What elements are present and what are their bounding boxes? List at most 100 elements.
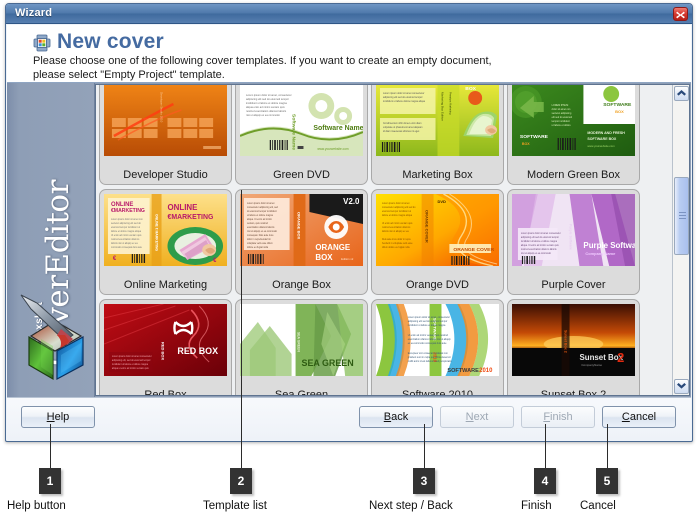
scrollbar-thumb[interactable] [674, 177, 689, 255]
svg-text:BOX: BOX [522, 142, 530, 146]
svg-text:ut labore et dolore: ut labore et dolore [552, 124, 572, 127]
orange-dvd-thumb: Lorem ipsum dolor sit amet consectetur a… [376, 194, 499, 266]
template-card-label: Orange DVD [406, 279, 469, 291]
template-card-label: Sunset Box 2 [540, 389, 607, 395]
template-card[interactable]: Lorem ipsum dolor sit amet consectetur a… [371, 85, 504, 185]
svg-text:eiusmod tempor incididunt ut: eiusmod tempor incididunt ut [382, 210, 411, 213]
template-card-label: Green DVD [273, 169, 330, 181]
svg-text:€MARKETING: €MARKETING [111, 208, 145, 214]
svg-text:DVD: DVD [438, 199, 446, 204]
orange-box-thumb: Lorem ipsum dolor sit amet consectetur a… [240, 194, 363, 266]
svg-text:veniam, quis nostrud: veniam, quis nostrud [247, 222, 269, 225]
callout-badge: 5 [596, 468, 618, 494]
template-card[interactable]: Sunset Box 2 Sunset Box 2 CompanyName Su… [507, 299, 640, 395]
svg-text:Lorem ipsum dolor sit amet: Lorem ipsum dolor sit amet [382, 202, 410, 205]
svg-text:Lorem ipsum dolor sit amet, co: Lorem ipsum dolor sit amet, consectetur [408, 316, 450, 319]
marketing-box-thumb: Lorem ipsum dolor sit amet consectetur a… [376, 85, 499, 156]
svg-text:ut labore et dolore magna: ut labore et dolore magna [247, 214, 274, 217]
svg-text:Software Name: Software Name [291, 114, 297, 150]
template-card-label: Marketing Box [402, 169, 473, 181]
template-card[interactable]: Lorem ipsum dolor sit amet consectetur a… [507, 189, 640, 295]
callout-label: Template list [203, 500, 267, 512]
callout-badge: 4 [534, 468, 556, 494]
template-card[interactable]: Lorem ipsum dolor sit amet consectetur a… [99, 299, 232, 395]
chevron-up-icon[interactable] [674, 86, 689, 101]
svg-text:nostrud exercitation ullamco l: nostrud exercitation ullamco laboris [521, 248, 557, 251]
wizard-header: New cover Please choose one of the follo… [7, 25, 691, 83]
template-card[interactable]: ONLINE €MARKETING Lorem ipsum dolor sit … [99, 189, 232, 295]
svg-text:SEA GREEN: SEA GREEN [302, 358, 354, 368]
cancel-button[interactable]: Cancel [602, 406, 676, 428]
svg-text:Lorem ipsum dolor sit amet, co: Lorem ipsum dolor sit amet, consectetur [246, 93, 292, 97]
callout-leader [241, 190, 242, 468]
svg-text:exercitation ullamco laboris n: exercitation ullamco laboris nisi ut ali… [408, 338, 452, 341]
svg-text:Lorem ipsum dolor sit amet con: Lorem ipsum dolor sit amet consectetur [383, 92, 425, 95]
template-card[interactable]: SOFTWARE 2010 Lorem ipsum dolor sit amet… [371, 299, 504, 395]
chevron-down-icon[interactable] [674, 379, 689, 394]
svg-text:Marketing Box Edition: Marketing Box Edition [440, 92, 444, 121]
svg-text:cillum dolore eu fugiat nulla: cillum dolore eu fugiat nulla [382, 246, 410, 249]
red-box-thumb: Lorem ipsum dolor sit amet consectetur a… [104, 304, 227, 376]
svg-text:www.yourwebsite.com: www.yourwebsite.com [587, 144, 615, 148]
template-card[interactable]: Lorem ipsum dolor sit amet consectetur a… [371, 189, 504, 295]
svg-text:Ut enim ad minim veniam quis n: Ut enim ad minim veniam quis nostrud [408, 334, 449, 337]
svg-text:adipiscing elit sed do eiusmod: adipiscing elit sed do eiusmod tempor [521, 236, 559, 239]
finish-button-label: inish [550, 411, 573, 423]
svg-text:laboris nisi ut aliquip ex ea: laboris nisi ut aliquip ex ea [382, 230, 409, 233]
svg-text:aliqua. Ut enim ad minim: aliqua. Ut enim ad minim [247, 218, 272, 221]
svg-text:consequat. Duis aute irure: consequat. Duis aute irure [247, 234, 274, 237]
svg-text:SOFTWARE: SOFTWARE [603, 102, 632, 108]
svg-text:voluptate velit esse cillum: voluptate velit esse cillum [247, 242, 273, 245]
back-button[interactable]: Back [359, 406, 433, 428]
callout-badge: 2 [230, 468, 252, 494]
svg-text:ONLINE: ONLINE [167, 203, 197, 212]
svg-text:ORANGE COVER: ORANGE COVER [453, 247, 494, 253]
callout-badge: 3 [413, 468, 435, 494]
svg-text:ORANGE BOX: ORANGE BOX [297, 212, 302, 240]
template-card-label: Online Marketing [123, 279, 208, 291]
svg-text:Ut enim ad minim veniam quis: Ut enim ad minim veniam quis [111, 234, 142, 237]
template-list[interactable]: Developer Studio 2010 Developer Studio L… [95, 84, 690, 396]
template-card[interactable]: SOFTWARE BOX LOREM IPSUM dolor sit amet … [507, 85, 640, 185]
svg-text:adipiscing elit sed do eiusmod: adipiscing elit sed do eiusmod tempor [383, 96, 423, 99]
modern-green-box-thumb: SOFTWARE BOX LOREM IPSUM dolor sit amet … [512, 85, 635, 156]
cancel-button-accel: C [621, 411, 630, 423]
svg-text:consectetur adipiscing elit, s: consectetur adipiscing elit, sed [247, 206, 279, 209]
callout-leader [50, 424, 51, 468]
svg-text:Lorem ipsum dolor sit amet con: Lorem ipsum dolor sit amet con [111, 218, 143, 221]
dialog-footer: Help Back Next Finish Cancel [7, 397, 691, 440]
svg-text:Premium Marketing: Premium Marketing [448, 92, 452, 115]
wizard-body: trueboxshot CoverEditor [7, 83, 691, 397]
svg-text:ORANGE COVER: ORANGE COVER [425, 210, 430, 243]
svg-text:dolore eu fugiat nulla: dolore eu fugiat nulla [247, 246, 269, 249]
app-icon [33, 34, 51, 52]
template-card[interactable]: Lorem ipsum dolor sit amet consectetur a… [235, 189, 368, 295]
svg-text:BOX: BOX [615, 109, 624, 114]
svg-text:id diam maecenas ultricies mi: id diam maecenas ultricies mi eget [383, 130, 420, 133]
svg-text:Lorem ipsum dolor sit amet con: Lorem ipsum dolor sit amet consectetur [521, 232, 561, 235]
close-icon[interactable] [673, 7, 688, 21]
purple-cover-thumb: Lorem ipsum dolor sit amet consectetur a… [512, 194, 635, 266]
svg-text:2: 2 [617, 350, 624, 365]
template-card[interactable]: Lorem ipsum dolor sit amet, consectetur … [235, 85, 368, 185]
template-card[interactable]: Developer Studio 2010 Developer Studio [99, 85, 232, 185]
template-card-label: Developer Studio [123, 169, 208, 181]
help-button-label: elp [54, 411, 70, 423]
vertical-scrollbar[interactable] [672, 85, 689, 395]
help-button[interactable]: Help [21, 406, 95, 428]
svg-text:Excepteur sint occaecat cupida: Excepteur sint occaecat cupidatat non [408, 352, 449, 355]
svg-text:Company Name: Company Name [585, 251, 616, 256]
svg-text:RED BOX: RED BOX [177, 346, 218, 356]
svg-text:€MARKETING: €MARKETING [167, 214, 213, 221]
sea-green-thumb: SEA GREEN SEA GREEN [240, 304, 363, 376]
template-card[interactable]: SEA GREEN SEA GREEN Sea Green [235, 299, 368, 395]
next-button-label: ext [473, 411, 489, 423]
window-title: Wizard [15, 7, 53, 19]
svg-text:nisi ut aliquip ex ea commodo: nisi ut aliquip ex ea commodo [246, 113, 280, 117]
svg-text:Lorem ipsum dolor sit amet con: Lorem ipsum dolor sit amet consectetur [112, 355, 152, 358]
svg-text:Software Name: Software Name [313, 125, 363, 132]
svg-text:SOFTWARE BOX: SOFTWARE BOX [587, 137, 617, 141]
template-card-label: Orange Box [272, 279, 331, 291]
svg-text:commodo consequat duis aute: commodo consequat duis aute [111, 246, 143, 249]
help-button-accel: H [46, 411, 55, 423]
